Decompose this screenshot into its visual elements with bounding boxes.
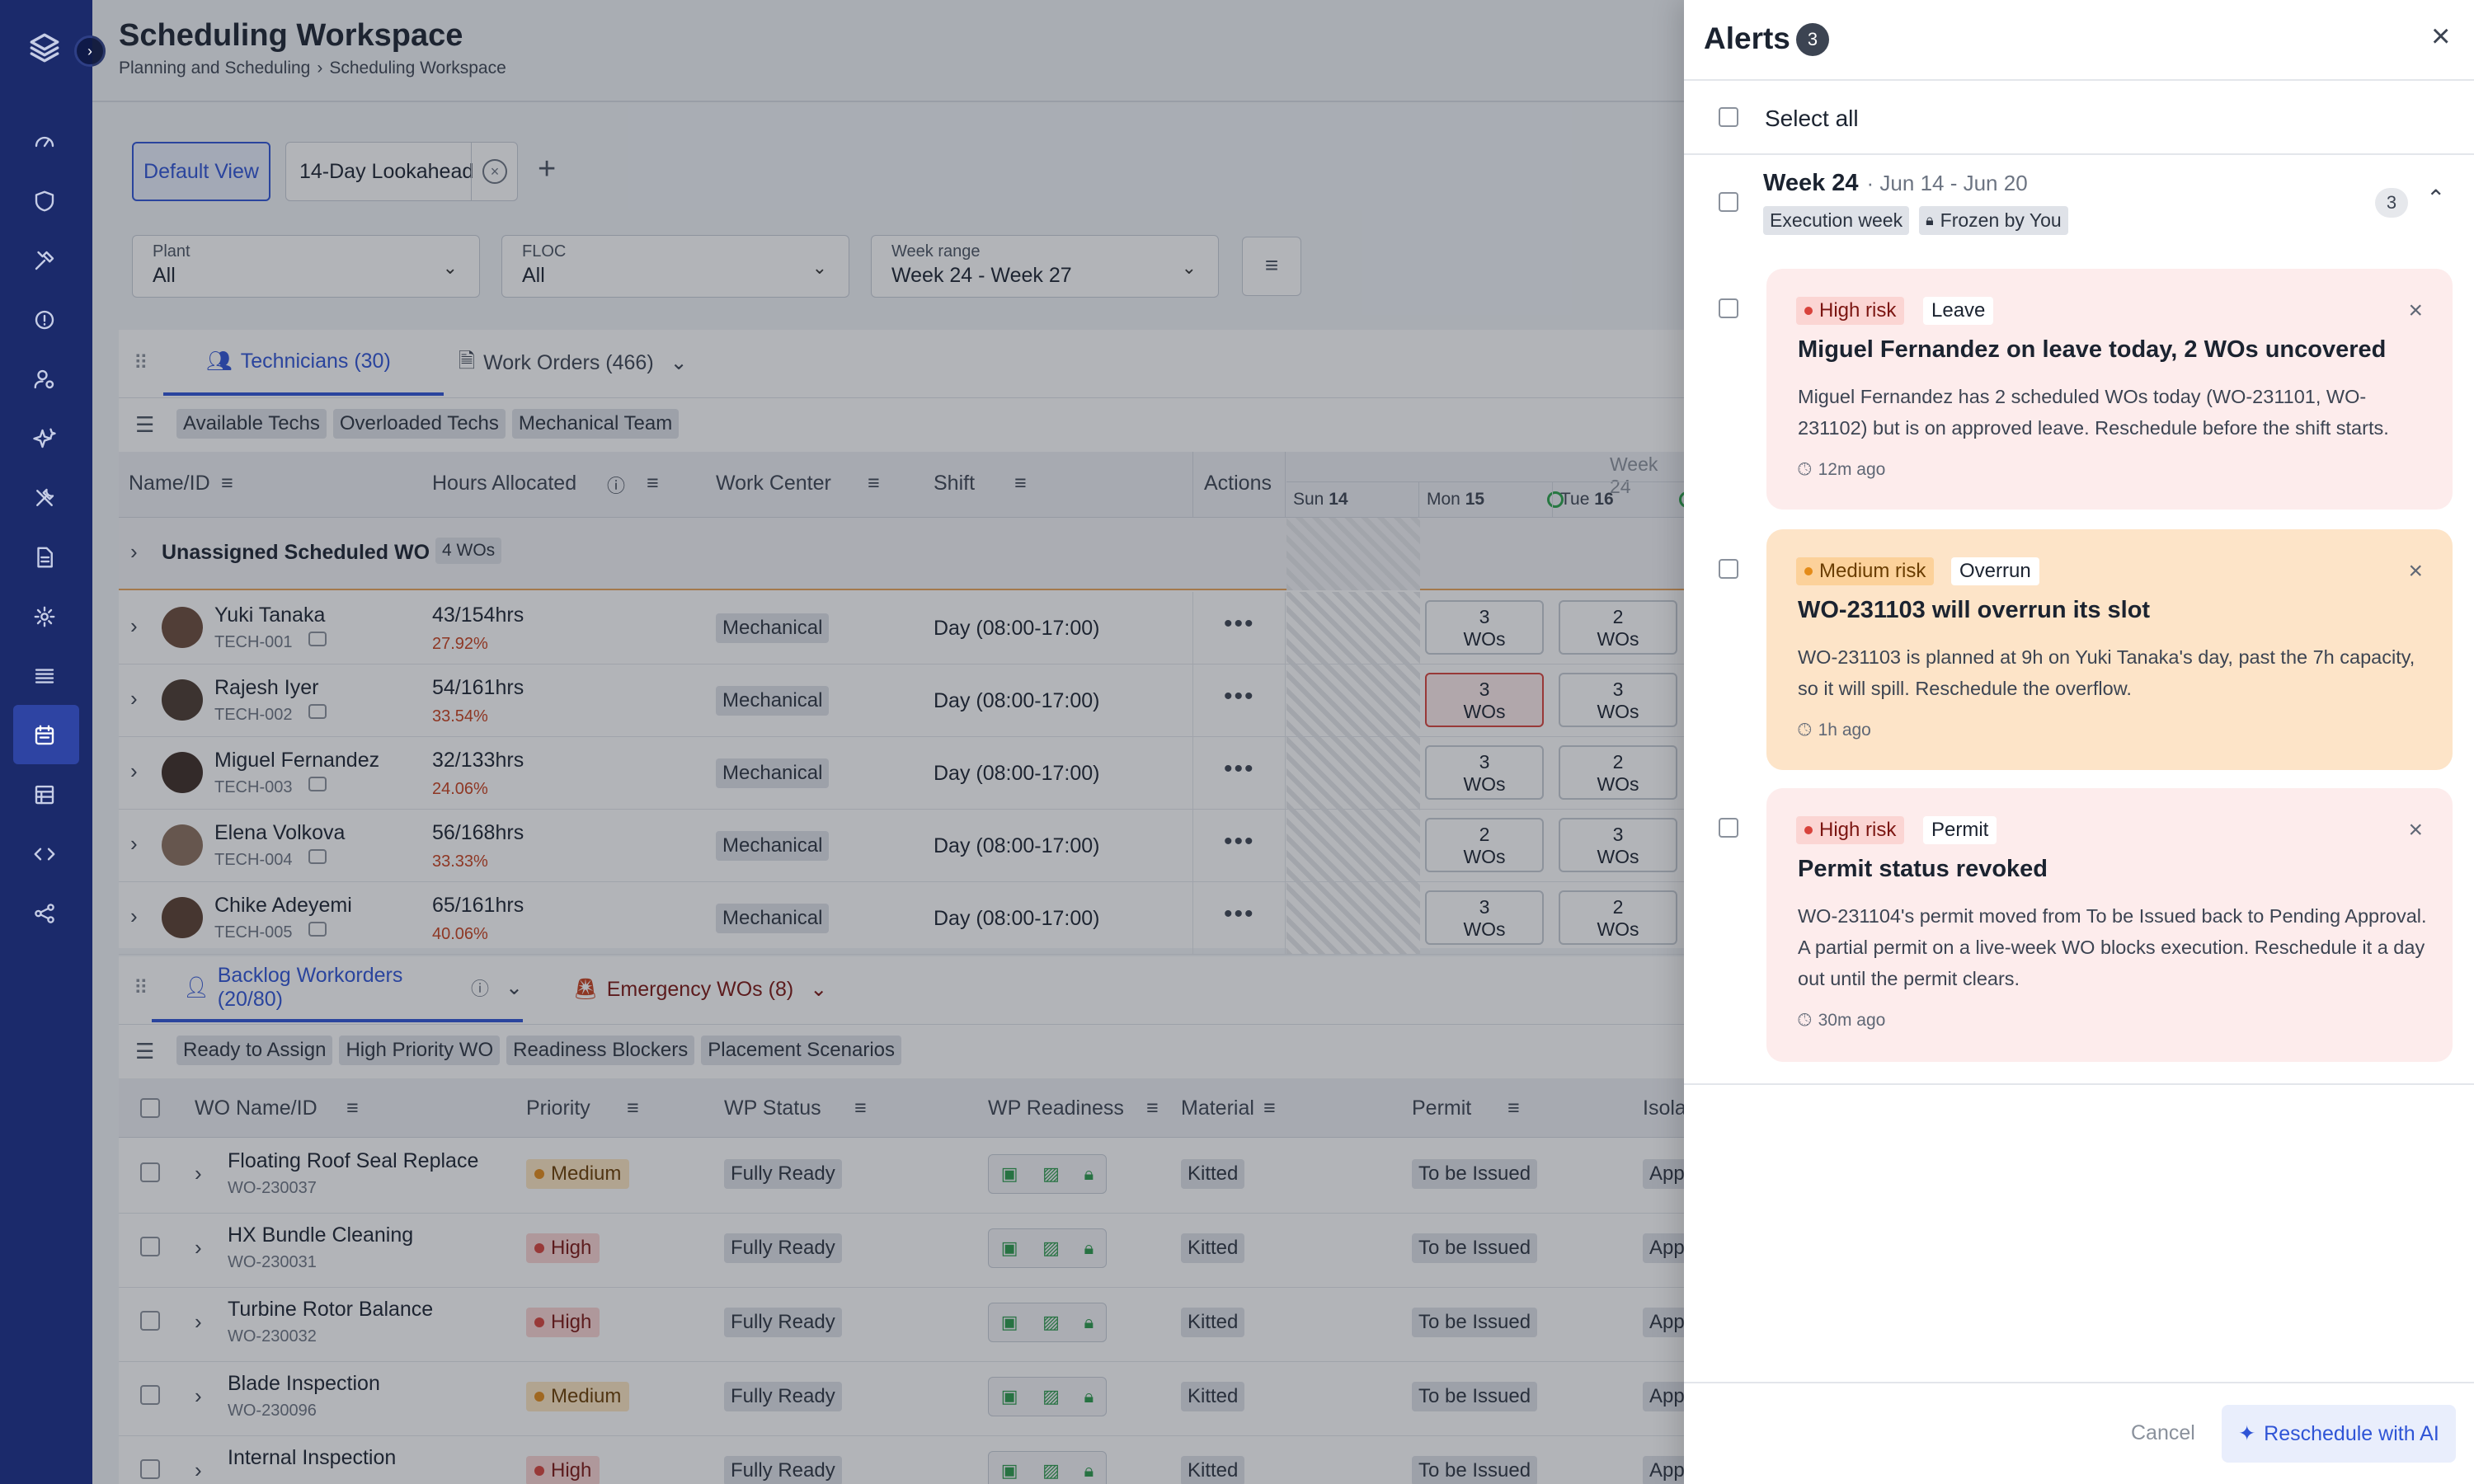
alert-timestamp: 🕓︎ 30m ago (1798, 1011, 1886, 1030)
week-range: · Jun 14 - Jun 20 (1866, 171, 2028, 195)
cancel-button[interactable]: Cancel (2131, 1421, 2195, 1445)
tag-execution-week: Execution week (1763, 206, 1910, 235)
week-group-checkbox[interactable] (1719, 192, 1738, 212)
tag-label: Frozen by You (1940, 209, 2062, 231)
alert-description: WO-231104's permit moved from To be Issu… (1798, 905, 2427, 989)
alerts-drawer: Alerts 3 × Select all Week 24 · Jun 14 -… (1684, 0, 2474, 1484)
clock-icon: 🕓︎ (1798, 721, 1812, 740)
chevron-up-icon[interactable]: ⌃ (2426, 185, 2445, 212)
alert-description: Miguel Fernandez has 2 scheduled WOs tod… (1798, 386, 2389, 439)
risk-label: High risk (1819, 819, 1897, 841)
dismiss-alert-icon[interactable]: × (2408, 816, 2423, 844)
table-icon[interactable] (28, 778, 61, 811)
risk-badge: High risk (1796, 816, 1905, 844)
tag-frozen: 🔒︎ Frozen by You (1919, 206, 2068, 235)
modal-backdrop[interactable] (92, 0, 1684, 1484)
risk-dot-icon (1804, 307, 1813, 315)
week-group-header[interactable]: Week 24 · Jun 14 - Jun 20 (1763, 170, 2028, 197)
sparkle-icon: ✦ (2238, 1422, 2256, 1445)
gear-icon[interactable] (28, 600, 61, 633)
alert-card-leave[interactable]: High risk Leave × Miguel Fernandez on le… (1766, 269, 2453, 510)
divider (1684, 1083, 2474, 1085)
clock-icon: 🕓︎ (1798, 460, 1812, 479)
reschedule-with-ai-button[interactable]: ✦ Reschedule with AI (2222, 1405, 2456, 1463)
week-title: Week 24 (1763, 170, 1859, 196)
alert-card-overrun[interactable]: Medium risk Overrun × WO-231103 will ove… (1766, 529, 2453, 770)
sparkles-icon[interactable] (28, 422, 61, 455)
list-icon[interactable] (28, 660, 61, 693)
dashboard-icon[interactable] (28, 125, 61, 158)
risk-label: Medium risk (1819, 560, 1926, 582)
alert-checkbox[interactable] (1719, 298, 1738, 318)
button-label: Reschedule with AI (2264, 1421, 2439, 1445)
alert-card-permit[interactable]: High risk Permit × Permit status revoked… (1766, 788, 2453, 1062)
code-icon[interactable] (28, 838, 61, 871)
clock-icon: 🕓︎ (1798, 1011, 1812, 1030)
category-badge: Leave (1923, 297, 1994, 325)
main-area: Scheduling Workspace Planning and Schedu… (92, 0, 1684, 1484)
shield-icon[interactable] (28, 185, 61, 218)
app-logo-icon[interactable] (25, 28, 64, 68)
alert-checkbox[interactable] (1719, 818, 1738, 838)
select-all-checkbox[interactable] (1719, 107, 1738, 127)
select-all-label: Select all (1765, 106, 1859, 131)
alert-title: WO-231103 will overrun its slot (1798, 597, 2151, 623)
risk-dot-icon (1804, 567, 1813, 575)
category-badge: Permit (1923, 816, 1997, 844)
alert-checkbox[interactable] (1719, 559, 1738, 579)
wrench-icon[interactable] (28, 481, 61, 514)
risk-badge: Medium risk (1796, 557, 1935, 585)
alert-circle-icon[interactable] (28, 303, 61, 336)
risk-badge: High risk (1796, 297, 1905, 325)
risk-label: High risk (1819, 299, 1897, 322)
document-icon[interactable] (28, 541, 61, 574)
close-icon[interactable]: × (2431, 18, 2450, 54)
share-icon[interactable] (28, 897, 61, 930)
divider (1684, 153, 2474, 155)
week-tags: Execution week 🔒︎ Frozen by You (1763, 206, 2068, 235)
alerts-count-badge: 3 (1796, 23, 1829, 56)
category-badge: Overrun (1951, 557, 2039, 585)
risk-dot-icon (1804, 826, 1813, 834)
lock-icon: 🔒︎ (1926, 212, 1934, 228)
footer-divider (1684, 1382, 2474, 1383)
alert-title: Miguel Fernandez on leave today, 2 WOs u… (1798, 336, 2387, 363)
divider (1684, 79, 2474, 81)
week-alert-count: 3 (2375, 188, 2408, 218)
tools-icon[interactable] (28, 244, 61, 277)
app-sidebar: › (0, 0, 106, 1484)
user-settings-icon[interactable] (28, 363, 61, 396)
alert-timestamp: 🕓︎ 1h ago (1798, 721, 1871, 740)
dismiss-alert-icon[interactable]: × (2408, 297, 2423, 325)
alert-title: Permit status revoked (1798, 856, 2048, 882)
calendar-icon[interactable] (28, 719, 61, 752)
alert-description: WO-231103 is planned at 9h on Yuki Tanak… (1798, 646, 2415, 699)
dismiss-alert-icon[interactable]: × (2408, 557, 2423, 585)
alert-timestamp: 🕓︎ 12m ago (1798, 460, 1886, 479)
alerts-title: Alerts (1704, 21, 1790, 55)
